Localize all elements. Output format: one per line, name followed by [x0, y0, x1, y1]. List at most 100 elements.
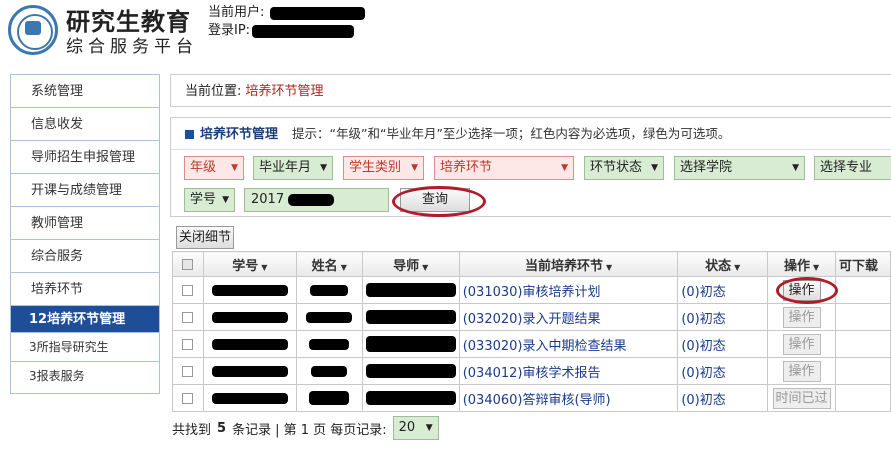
op-cell: 操作	[767, 357, 837, 385]
id-type-select-value: 学号	[190, 192, 217, 207]
sidebar-nav: 系统管理 信息收发 导师招生申报管理 开课与成绩管理 教师管理 综合服务 培养环…	[10, 74, 160, 394]
advisor-cell	[361, 330, 460, 358]
row-checkbox[interactable]	[182, 365, 194, 377]
id-input[interactable]: 2017	[244, 188, 389, 212]
redacted-student-name	[310, 284, 349, 296]
row-select-cell[interactable]	[172, 330, 204, 358]
download-cell	[835, 384, 891, 412]
row-checkbox[interactable]	[182, 284, 194, 296]
column-header-advisor[interactable]: 导师 ▼	[361, 251, 460, 277]
stage-status-select[interactable]: 环节状态 ▼	[584, 156, 664, 180]
row-checkbox[interactable]	[182, 392, 194, 404]
stage-cell[interactable]: (031030)审核培养计划	[458, 276, 679, 304]
stage-cell[interactable]: (032020)录入开题结果	[458, 303, 679, 331]
found-prefix: 共找到	[172, 422, 212, 438]
sidebar-item-training[interactable]: 培养环节	[11, 273, 159, 306]
chevron-down-icon: ▼	[651, 163, 658, 173]
op-cell: 操作	[767, 303, 837, 331]
table-row: (031030)审核培养计划 (0)初态 操作	[172, 276, 891, 304]
redacted-advisor	[365, 310, 456, 324]
column-header-op[interactable]: 操作 ▼	[767, 251, 837, 277]
breadcrumb-current[interactable]: 培养环节管理	[246, 84, 324, 99]
sidebar-item-system[interactable]: 系统管理	[11, 75, 159, 108]
college-select[interactable]: 选择学院 ▼	[674, 156, 805, 180]
student-id-cell[interactable]	[202, 303, 297, 331]
id-type-select[interactable]: 学号 ▼	[184, 188, 235, 212]
status-cell: (0)初态	[677, 276, 769, 304]
table-header-row: 学号 ▼ 姓名 ▼ 导师 ▼ 当前培养环节 ▼ 状态 ▼ 操作 ▼ 可下载	[172, 251, 891, 277]
column-header-name-label: 姓名	[311, 258, 338, 274]
sidebar-item-courses-grades[interactable]: 开课与成绩管理	[11, 174, 159, 207]
sort-caret-icon: ▼	[734, 262, 741, 272]
row-select-cell[interactable]	[172, 357, 204, 385]
sidebar-item-advisor-enrollment[interactable]: 导师招生申报管理	[11, 141, 159, 174]
pagination-bar: 共找到 5 条记录 | 第 1 页 每页记录: 20 ▼	[172, 416, 439, 440]
redacted-id-suffix	[288, 193, 335, 206]
stage-cell[interactable]: (034012)审核学术报告	[458, 357, 679, 385]
row-select-cell[interactable]	[172, 276, 204, 304]
table-row: (034060)答辩审核(导师) (0)初态 时间已过	[172, 384, 891, 412]
sidebar-item-reports[interactable]: 3报表服务	[11, 362, 159, 391]
advisor-cell	[361, 303, 460, 331]
row-checkbox[interactable]	[182, 311, 194, 323]
query-button[interactable]: 查询	[400, 188, 470, 212]
student-id-cell[interactable]	[202, 357, 297, 385]
time-passed-button[interactable]: 时间已过	[772, 387, 831, 409]
student-id-cell[interactable]	[202, 330, 297, 358]
student-type-select[interactable]: 学生类别 ▼	[343, 156, 424, 180]
select-all-cell[interactable]	[172, 251, 204, 277]
stage-select[interactable]: 培养环节 ▼	[434, 156, 574, 180]
redacted-student-id[interactable]	[211, 392, 288, 404]
row-checkbox[interactable]	[182, 338, 194, 350]
redacted-ip	[252, 24, 355, 38]
close-detail-button[interactable]: 关闭细节	[176, 226, 235, 249]
grad-month-select[interactable]: 毕业年月 ▼	[253, 156, 333, 180]
operate-button[interactable]: 操作	[782, 333, 821, 355]
column-header-id-label: 学号	[232, 258, 259, 274]
advisor-cell	[361, 357, 460, 385]
column-header-status[interactable]: 状态 ▼	[677, 251, 769, 277]
redacted-student-name	[306, 311, 353, 323]
redacted-student-name	[309, 391, 350, 405]
redacted-student-id[interactable]	[211, 338, 288, 350]
sidebar-item-supervised-students[interactable]: 3所指导研究生	[11, 333, 159, 362]
page-size-select[interactable]: 20 ▼	[392, 416, 439, 440]
login-ip-label: 登录IP:	[208, 23, 251, 38]
student-id-cell[interactable]	[202, 384, 297, 412]
op-cell: 时间已过	[767, 384, 837, 412]
download-cell	[835, 303, 891, 331]
operate-button[interactable]: 操作	[782, 360, 821, 382]
major-select[interactable]: 选择专业	[814, 156, 891, 180]
stage-cell[interactable]: (034060)答辩审核(导师)	[458, 384, 679, 412]
training-table: 学号 ▼ 姓名 ▼ 导师 ▼ 当前培养环节 ▼ 状态 ▼ 操作 ▼ 可下载 (031030)…	[172, 251, 891, 412]
grade-select[interactable]: 年级 ▼	[184, 156, 244, 180]
sort-caret-icon: ▼	[422, 262, 429, 272]
row-select-cell[interactable]	[172, 303, 204, 331]
redacted-student-id[interactable]	[211, 311, 288, 323]
redacted-student-id[interactable]	[211, 365, 288, 377]
advisor-cell	[361, 276, 460, 304]
column-header-stage[interactable]: 当前培养环节 ▼	[458, 251, 679, 277]
found-suffix: 条记录	[232, 422, 272, 438]
sidebar-item-training-management[interactable]: 12培养环节管理	[11, 306, 159, 333]
column-header-name[interactable]: 姓名 ▼	[295, 251, 363, 277]
redacted-student-name	[311, 365, 348, 377]
operate-button[interactable]: 操作	[782, 279, 821, 301]
stage-cell[interactable]: (033020)录入中期检查结果	[458, 330, 679, 358]
sidebar-item-general-services[interactable]: 综合服务	[11, 240, 159, 273]
grade-select-value: 年级	[190, 160, 217, 175]
row-select-cell[interactable]	[172, 384, 204, 412]
sidebar-item-teachers[interactable]: 教师管理	[11, 207, 159, 240]
system-subtitle: 综合服务平台	[66, 37, 198, 57]
select-all-checkbox[interactable]	[182, 258, 194, 270]
sort-caret-icon: ▼	[812, 262, 820, 272]
column-header-id[interactable]: 学号 ▼	[202, 251, 297, 277]
student-name-cell	[295, 384, 363, 412]
sidebar-item-messages[interactable]: 信息收发	[11, 108, 159, 141]
status-cell: (0)初态	[677, 330, 769, 358]
download-cell	[835, 330, 891, 358]
operate-button[interactable]: 操作	[782, 306, 821, 328]
student-id-cell[interactable]	[202, 276, 297, 304]
panel-title: 培养环节管理	[200, 127, 279, 142]
redacted-student-id[interactable]	[211, 284, 288, 296]
